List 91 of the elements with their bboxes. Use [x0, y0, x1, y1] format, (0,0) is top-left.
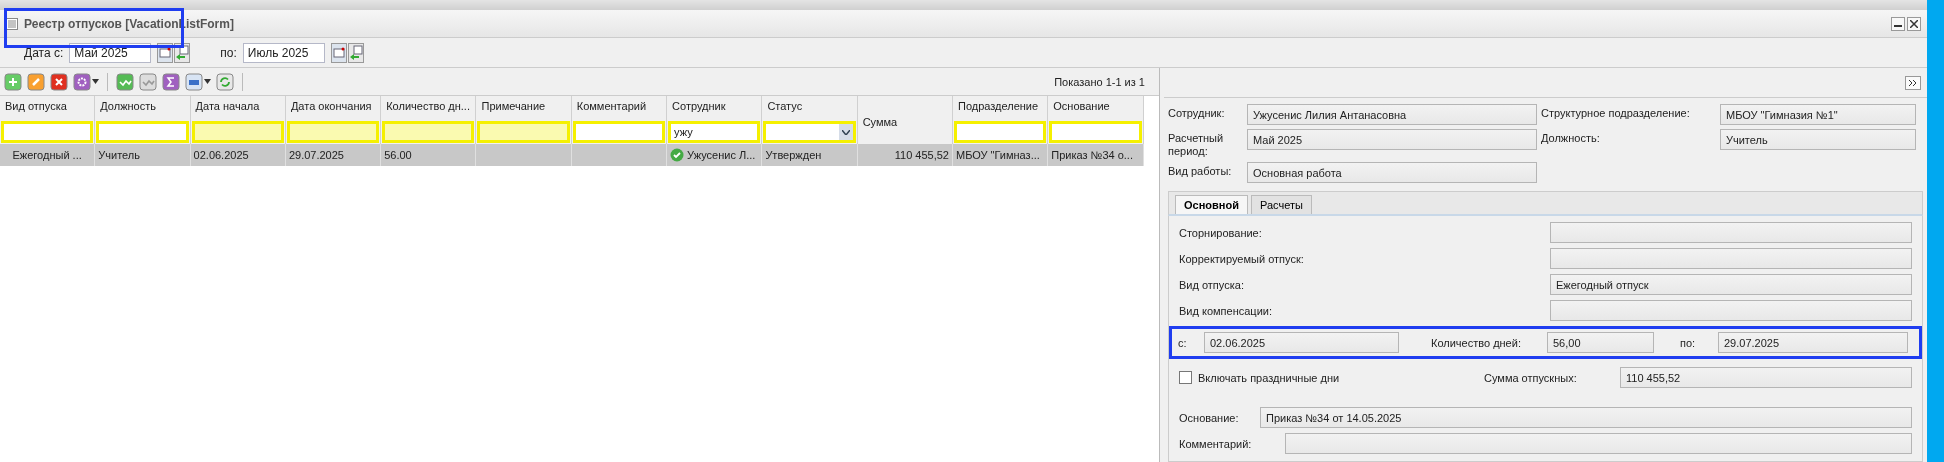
list-icon — [6, 17, 18, 30]
field-value[interactable] — [1550, 222, 1912, 243]
checkbox-label: Включать праздничные дни — [1198, 371, 1341, 384]
filter-field[interactable] — [572, 121, 666, 143]
filter-field[interactable] — [763, 121, 856, 143]
sigma-icon[interactable] — [162, 72, 180, 91]
caret-icon[interactable] — [92, 79, 99, 84]
field-label: Вид отпуска: — [1179, 278, 1244, 291]
filter-field[interactable] — [96, 121, 189, 143]
field-value[interactable] — [1550, 300, 1912, 321]
field-label: Комментарий: — [1179, 437, 1253, 450]
field-label: с: — [1178, 336, 1188, 349]
field-value[interactable]: Основная работа — [1247, 162, 1537, 183]
field-label: Сотрудник: — [1168, 106, 1226, 120]
caret-icon[interactable] — [204, 79, 211, 84]
filter-field[interactable] — [953, 121, 1047, 143]
field-value[interactable]: Приказ №34 от 14.05.2025 — [1260, 407, 1912, 428]
refresh-icon[interactable] — [216, 72, 234, 91]
paging-info: Показано 1-1 из 1 — [1054, 75, 1146, 88]
dropdown-caret-icon[interactable] — [838, 124, 853, 140]
printer-icon[interactable] — [185, 72, 203, 91]
tab[interactable]: Расчеты — [1250, 195, 1312, 214]
field-label: Расчетный период: — [1168, 131, 1225, 158]
add-icon[interactable] — [4, 72, 22, 91]
filter-field[interactable] — [1, 121, 94, 143]
date-to-field[interactable]: Июль 2025 — [242, 42, 325, 63]
field-value[interactable] — [1550, 248, 1912, 269]
field-label: Структурное подразделение: — [1541, 106, 1691, 120]
field-label: Вид компенсации: — [1179, 304, 1272, 317]
column-header[interactable]: Основание — [1048, 96, 1144, 120]
column-header[interactable]: Количество дн... — [381, 96, 477, 120]
field-value[interactable]: Учитель — [1720, 129, 1916, 150]
cell-text: Ежегодный ... — [12, 149, 82, 161]
column-header[interactable]: Должность — [95, 96, 191, 120]
column-header[interactable]: Дата начала — [190, 96, 286, 120]
field-value[interactable]: МБОУ "Гимназия №1" — [1720, 104, 1916, 125]
edit-icon[interactable] — [27, 72, 45, 91]
approve-icon[interactable] — [116, 72, 134, 91]
cell-text: Приказ №34 о... — [1051, 149, 1133, 161]
column-header[interactable]: Вид отпуска — [0, 96, 96, 120]
field-value[interactable]: Май 2025 — [1247, 129, 1537, 150]
cell-text: Учитель — [98, 149, 140, 161]
column-header[interactable]: Статус — [762, 96, 858, 120]
date-from-label: Дата с: — [24, 45, 64, 60]
collapse-button[interactable] — [1905, 75, 1921, 90]
filter-field[interactable] — [191, 121, 284, 143]
close-icon — [1910, 19, 1918, 28]
date-from-field[interactable]: Май 2025 — [69, 42, 152, 63]
delete-icon[interactable] — [50, 72, 68, 91]
field-value[interactable]: 56,00 — [1547, 332, 1654, 353]
filter-field[interactable] — [477, 121, 570, 143]
field-value[interactable] — [1285, 433, 1912, 454]
column-header[interactable]: Дата окончания — [285, 96, 382, 120]
column-header[interactable]: Примечание — [476, 96, 572, 120]
field-label: Должность: — [1541, 131, 1601, 145]
field-label: Корректируемый отпуск: — [1179, 252, 1304, 265]
field-label: Сторнирование: — [1179, 226, 1262, 239]
field-label: Основание: — [1179, 411, 1240, 424]
checkbox[interactable] — [1179, 371, 1192, 384]
filter-field[interactable]: ужу — [668, 121, 761, 143]
close-button[interactable] — [1907, 16, 1921, 31]
column-header[interactable]: Комментарий — [571, 96, 668, 120]
unapprove-icon[interactable] — [139, 72, 157, 91]
date-to-label: по: — [220, 45, 237, 60]
gear-icon[interactable] — [73, 72, 91, 91]
filter-field[interactable] — [1049, 121, 1142, 143]
cell-text: 02.06.2025 — [193, 149, 249, 161]
column-header[interactable]: Сумма — [857, 96, 953, 144]
column-header[interactable]: Сотрудник — [667, 96, 763, 120]
cell-text: 29.07.2025 — [288, 149, 344, 161]
chevrons-icon — [1908, 78, 1918, 87]
cell-text: Ужусенис Л... — [687, 149, 756, 161]
field-value[interactable]: 110 455,52 — [1620, 367, 1912, 388]
field-value[interactable]: 29.07.2025 — [1718, 332, 1908, 353]
cell-text: МБОУ "Гимназ... — [955, 149, 1040, 161]
field-label: Вид работы: — [1168, 164, 1233, 178]
filter-field[interactable] — [286, 121, 380, 143]
cell-text: 56.00 — [384, 149, 412, 161]
column-header[interactable]: Подразделение — [952, 96, 1049, 120]
field-label: Количество дней: — [1431, 336, 1522, 349]
calendar-icon[interactable] — [330, 42, 347, 63]
field-value[interactable]: 02.06.2025 — [1204, 332, 1399, 353]
field-value[interactable]: Ужусенис Лилия Антанасовна — [1247, 104, 1537, 125]
field-label: Сумма отпускных: — [1484, 371, 1578, 384]
tab[interactable]: Основной — [1175, 195, 1248, 214]
cell-text: Утвержден — [765, 149, 822, 161]
minimize-button[interactable] — [1891, 16, 1905, 31]
field-value[interactable]: Ежегодный отпуск — [1550, 274, 1912, 295]
cell-text: 110 455,52 — [894, 149, 949, 161]
filter-field[interactable] — [382, 121, 475, 143]
field-label: по: — [1680, 336, 1697, 349]
